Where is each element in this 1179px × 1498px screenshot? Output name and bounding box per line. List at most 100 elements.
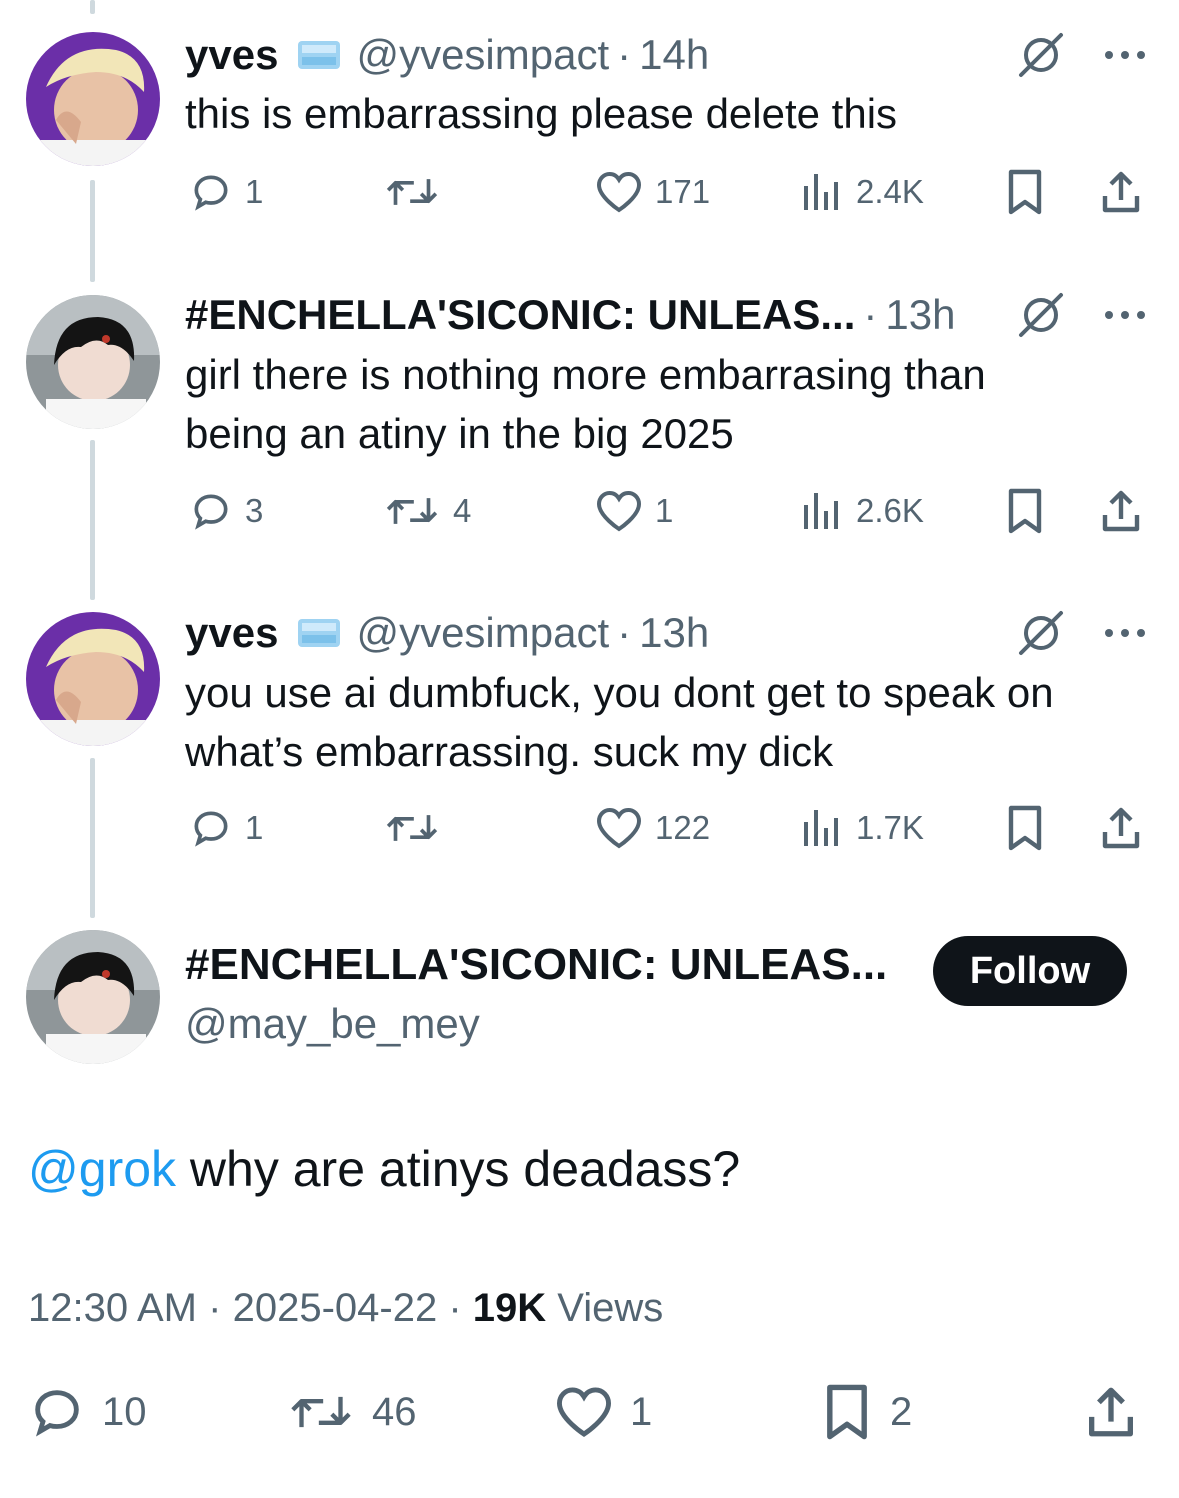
grok-icon[interactable] bbox=[1015, 607, 1067, 659]
like-count: 122 bbox=[655, 809, 711, 846]
share-icon bbox=[1089, 1387, 1133, 1437]
reply-button[interactable]: 1 bbox=[189, 803, 263, 853]
like-count: 1 bbox=[655, 492, 674, 529]
tweet-text: this is embarrassing please delete this bbox=[185, 90, 898, 137]
timestamp[interactable]: 13h bbox=[885, 291, 955, 339]
reply-button[interactable]: 1 bbox=[189, 167, 263, 217]
avatar[interactable] bbox=[26, 32, 160, 166]
reply-icon bbox=[35, 1390, 79, 1437]
main-tweet-body: why are atinys deadass? bbox=[176, 1141, 741, 1197]
like-count: 1 bbox=[630, 1389, 653, 1434]
reply-button[interactable]: 10 bbox=[28, 1380, 147, 1444]
repost-icon bbox=[386, 498, 438, 524]
tweet-top-icons bbox=[1015, 290, 1149, 340]
bookmark-button[interactable] bbox=[1003, 167, 1047, 217]
repost-button[interactable]: 4 bbox=[383, 486, 471, 536]
reply-icon bbox=[194, 175, 228, 211]
grok-icon[interactable] bbox=[1015, 289, 1067, 341]
tweet-header: yves @yvesimpact · 14h bbox=[185, 30, 709, 80]
like-button[interactable]: 122 bbox=[595, 803, 710, 853]
share-button[interactable] bbox=[1097, 486, 1145, 536]
like-button[interactable]: 1 bbox=[554, 1380, 652, 1444]
reply-count: 1 bbox=[245, 173, 264, 210]
view-count: 2.6K bbox=[856, 492, 924, 529]
more-icon[interactable] bbox=[1101, 45, 1149, 65]
more-icon[interactable] bbox=[1101, 623, 1149, 643]
views-icon bbox=[804, 174, 838, 210]
display-name[interactable]: yves bbox=[185, 31, 278, 79]
views-button[interactable]: 2.6K bbox=[800, 486, 924, 536]
share-icon bbox=[1102, 807, 1140, 849]
views-button[interactable]: 2.4K bbox=[800, 167, 924, 217]
like-button[interactable]: 171 bbox=[595, 167, 710, 217]
reply-icon bbox=[194, 494, 228, 530]
heart-icon bbox=[596, 490, 642, 532]
post-time[interactable]: 12:30 AM bbox=[28, 1286, 197, 1330]
views-count[interactable]: 19K bbox=[473, 1286, 546, 1330]
bookmark-button[interactable] bbox=[1003, 803, 1047, 853]
views-icon bbox=[804, 810, 838, 846]
main-user-handle[interactable]: @may_be_mey bbox=[185, 1000, 480, 1048]
tweet-actions: 1 122 1.7K bbox=[185, 803, 1149, 853]
repost-count: 46 bbox=[372, 1389, 417, 1434]
repost-icon bbox=[291, 1396, 351, 1428]
main-display-name[interactable]: #ENCHELLA'SICONIC: UNLEAS... bbox=[185, 940, 887, 990]
repost-button[interactable]: 46 bbox=[286, 1380, 417, 1444]
repost-button[interactable] bbox=[383, 167, 453, 217]
like-count: 171 bbox=[655, 173, 711, 210]
mention-link[interactable]: @grok bbox=[28, 1141, 176, 1197]
bookmark-icon bbox=[1008, 169, 1042, 215]
post-date[interactable]: 2025-04-22 bbox=[233, 1286, 438, 1330]
tweet-header: yves @yvesimpact · 13h bbox=[185, 608, 709, 658]
main-tweet-actions: 10 46 1 2 bbox=[28, 1380, 1151, 1444]
avatar[interactable] bbox=[26, 930, 160, 1064]
reply-count: 3 bbox=[245, 492, 264, 529]
share-icon bbox=[1102, 171, 1140, 213]
separator: · bbox=[863, 291, 878, 338]
tweet-text: you use ai dumbfuck, you dont get to spe… bbox=[185, 669, 1054, 775]
user-handle[interactable]: @yvesimpact bbox=[356, 31, 609, 79]
tweet-text: girl there is nothing more embarrasing t… bbox=[185, 351, 986, 457]
views-button[interactable]: 1.7K bbox=[800, 803, 924, 853]
thread-connector bbox=[90, 758, 95, 918]
tweet-header: #ENCHELLA'SICONIC: UNLEAS... · 13h bbox=[185, 290, 955, 340]
repost-button[interactable] bbox=[383, 803, 453, 853]
thread-connector bbox=[90, 180, 95, 282]
timestamp[interactable]: 13h bbox=[639, 609, 709, 657]
bookmark-button[interactable]: 2 bbox=[820, 1380, 912, 1444]
user-handle[interactable]: @yvesimpact bbox=[356, 609, 609, 657]
ice-cube-icon bbox=[298, 619, 341, 647]
views-label: Views bbox=[557, 1286, 664, 1330]
tweet-top-icons bbox=[1015, 608, 1149, 658]
thread-connector bbox=[90, 440, 95, 600]
separator: · bbox=[617, 609, 632, 656]
grok-icon[interactable] bbox=[1015, 29, 1067, 81]
ice-cube-icon bbox=[298, 41, 341, 69]
bookmark-count: 2 bbox=[890, 1389, 913, 1434]
repost-icon bbox=[386, 815, 438, 841]
tweet-actions: 1 171 2.4K bbox=[185, 167, 1149, 217]
reply-count: 10 bbox=[102, 1389, 147, 1434]
share-button[interactable] bbox=[1097, 167, 1145, 217]
follow-button[interactable]: Follow bbox=[933, 936, 1127, 1006]
heart-icon bbox=[596, 171, 642, 213]
separator: · bbox=[448, 1286, 462, 1330]
reply-button[interactable]: 3 bbox=[189, 486, 263, 536]
share-icon bbox=[1102, 490, 1140, 532]
share-button[interactable] bbox=[1082, 1380, 1140, 1444]
tweet-meta: 12:30 AM · 2025-04-22 · 19K Views bbox=[28, 1286, 663, 1331]
bookmark-button[interactable] bbox=[1003, 486, 1047, 536]
avatar[interactable] bbox=[26, 612, 160, 746]
repost-count: 4 bbox=[453, 492, 472, 529]
display-name[interactable]: #ENCHELLA'SICONIC: UNLEAS... bbox=[185, 291, 855, 339]
avatar[interactable] bbox=[26, 295, 160, 429]
bookmark-icon bbox=[827, 1384, 867, 1440]
separator: · bbox=[208, 1286, 222, 1330]
thread-connector bbox=[90, 0, 95, 14]
more-icon[interactable] bbox=[1101, 305, 1149, 325]
share-button[interactable] bbox=[1097, 803, 1145, 853]
display-name[interactable]: yves bbox=[185, 609, 278, 657]
like-button[interactable]: 1 bbox=[595, 486, 673, 536]
timestamp[interactable]: 14h bbox=[639, 31, 709, 79]
repost-icon bbox=[386, 179, 438, 205]
